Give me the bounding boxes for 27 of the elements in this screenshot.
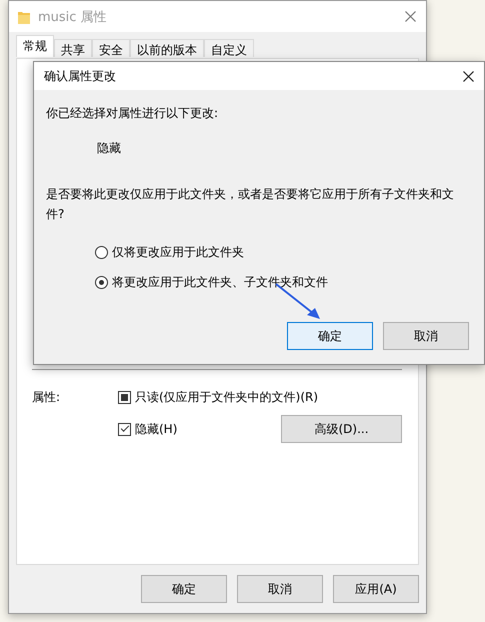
checkbox-label[interactable]: 隐藏(H) — [135, 420, 178, 438]
attributes-label: 属性: — [32, 389, 62, 406]
checkbox-label[interactable]: 只读(仅应用于文件夹中的文件)(R) — [135, 389, 318, 406]
dialog-title: 确认属性更改 — [44, 68, 117, 84]
dialog-button[interactable]: 确定 — [287, 322, 373, 350]
tab[interactable]: 以前的版本 — [130, 39, 204, 57]
advanced-button[interactable]: 高级(D)... — [281, 415, 402, 443]
radio-button[interactable] — [95, 246, 108, 258]
change-text: 隐藏 — [97, 140, 122, 157]
dialog-button[interactable]: 应用(A) — [333, 575, 419, 603]
tab[interactable]: 自定义 — [204, 39, 254, 57]
tab[interactable]: 共享 — [54, 39, 92, 57]
checkbox[interactable] — [118, 391, 131, 404]
close-icon[interactable] — [463, 70, 474, 82]
radio-label[interactable]: 将更改应用于此文件夹、子文件夹和文件 — [112, 272, 328, 292]
folder-icon — [18, 10, 30, 24]
radio-label[interactable]: 仅将更改应用于此文件夹 — [112, 242, 244, 262]
intro-text: 你已经选择对属性进行以下更改: — [46, 105, 220, 122]
question-text: 是否要将此更改仅应用于此文件夹，或者是否要将它应用于所有子文件夹和文件? — [46, 186, 455, 223]
dialog-button[interactable]: 取消 — [237, 575, 323, 603]
tab[interactable]: 安全 — [92, 39, 130, 57]
dialog-button[interactable]: 确定 — [141, 575, 227, 603]
window-title: music 属性 — [38, 8, 108, 26]
checkbox[interactable] — [118, 422, 131, 436]
dialog-button[interactable]: 取消 — [383, 322, 469, 350]
radio-button[interactable] — [95, 276, 108, 288]
tab[interactable]: 常规 — [16, 35, 54, 57]
